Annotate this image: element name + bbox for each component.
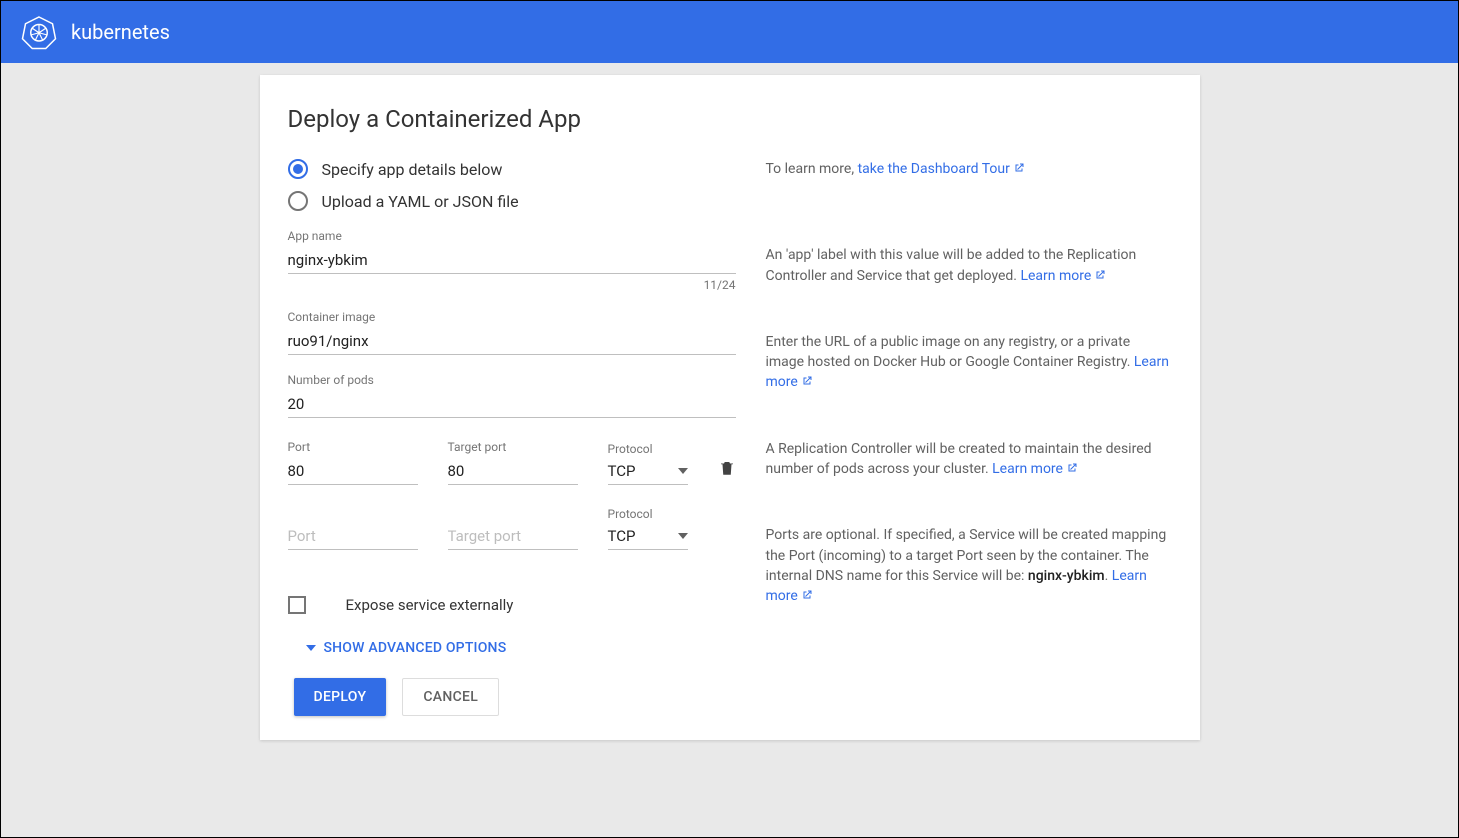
- external-link-icon: [1094, 269, 1106, 281]
- expose-externally-checkbox[interactable]: [288, 596, 306, 614]
- target-port-input[interactable]: [448, 521, 578, 550]
- triangle-down-icon: [306, 645, 316, 651]
- cancel-button[interactable]: CANCEL: [402, 678, 499, 716]
- external-link-icon: [1013, 162, 1025, 174]
- target-port-label: Target port: [448, 440, 578, 454]
- chevron-down-icon: [678, 533, 688, 539]
- radio-icon: [288, 191, 308, 211]
- port-row: Port Target port Protocol TCP: [288, 440, 736, 485]
- port-label: Port: [288, 440, 418, 454]
- protocol-label: Protocol: [608, 507, 688, 521]
- protocol-select[interactable]: TCP: [608, 458, 688, 485]
- protocol-select[interactable]: TCP: [608, 523, 688, 550]
- protocol-value: TCP: [608, 462, 636, 480]
- chevron-down-icon: [678, 468, 688, 474]
- port-input[interactable]: [288, 521, 418, 550]
- learn-more-appname-link[interactable]: Learn more: [1020, 268, 1106, 284]
- pods-label: Number of pods: [288, 373, 736, 387]
- show-advanced-options-button[interactable]: SHOW ADVANCED OPTIONS: [306, 640, 736, 656]
- app-name-counter: 11/24: [288, 278, 736, 292]
- port-row: Protocol TCP: [288, 507, 736, 550]
- help-appname: An 'app' label with this value will be a…: [766, 245, 1172, 286]
- app-name-input[interactable]: [288, 245, 736, 274]
- dns-name: nginx-ybkim: [1028, 568, 1105, 584]
- help-pods: A Replication Controller will be created…: [766, 439, 1172, 480]
- help-ports: Ports are optional. If specified, a Serv…: [766, 525, 1172, 606]
- radio-label: Specify app details below: [322, 160, 503, 179]
- kubernetes-logo-icon: [21, 14, 57, 50]
- delete-port-button[interactable]: [718, 459, 736, 485]
- logo: kubernetes: [21, 14, 170, 50]
- external-link-icon: [801, 375, 813, 387]
- container-image-input[interactable]: [288, 326, 736, 355]
- page-title: Deploy a Containerized App: [288, 105, 1172, 133]
- port-input[interactable]: [288, 456, 418, 485]
- radio-icon: [288, 159, 308, 179]
- external-link-icon: [801, 589, 813, 601]
- deploy-button[interactable]: DEPLOY: [294, 678, 387, 716]
- protocol-label: Protocol: [608, 442, 688, 456]
- radio-label: Upload a YAML or JSON file: [322, 192, 519, 211]
- protocol-value: TCP: [608, 527, 636, 545]
- help-image: Enter the URL of a public image on any r…: [766, 332, 1172, 393]
- deploy-card: Deploy a Containerized App Specify app d…: [260, 75, 1200, 740]
- app-title: kubernetes: [71, 20, 170, 44]
- container-image-label: Container image: [288, 310, 736, 324]
- dashboard-tour-link[interactable]: take the Dashboard Tour: [858, 161, 1025, 177]
- pods-input[interactable]: [288, 389, 736, 418]
- trash-icon: [718, 459, 736, 477]
- expose-externally-label: Expose service externally: [346, 596, 514, 614]
- advanced-options-label: SHOW ADVANCED OPTIONS: [324, 640, 507, 656]
- target-port-input[interactable]: [448, 456, 578, 485]
- app-header: kubernetes: [1, 1, 1458, 63]
- help-tour: To learn more, take the Dashboard Tour: [766, 159, 1172, 179]
- radio-upload-file[interactable]: Upload a YAML or JSON file: [288, 191, 736, 211]
- external-link-icon: [1066, 462, 1078, 474]
- radio-specify-details[interactable]: Specify app details below: [288, 159, 736, 179]
- learn-more-pods-link[interactable]: Learn more: [992, 461, 1078, 477]
- app-name-label: App name: [288, 229, 736, 243]
